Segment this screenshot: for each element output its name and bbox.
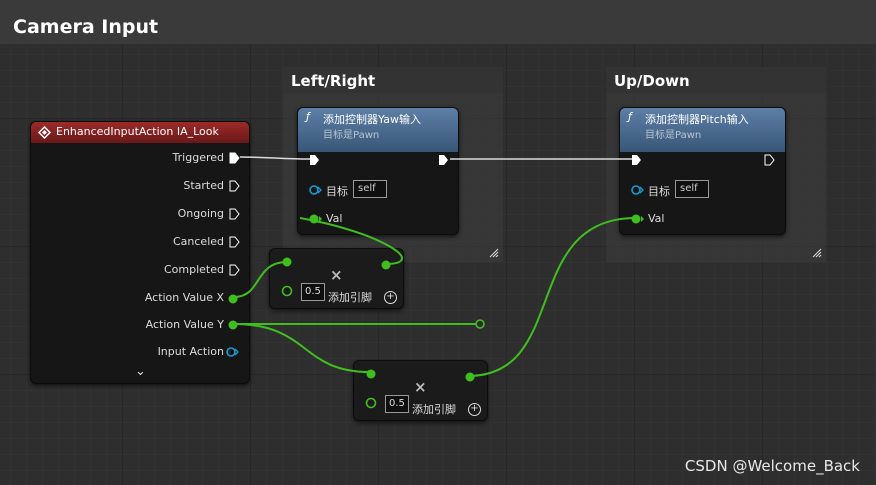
- watermark: CSDN @Welcome_Back: [684, 457, 860, 475]
- reroute-node-icon[interactable]: [475, 319, 485, 329]
- blueprint-graph-canvas[interactable]: Camera Input Left/Right Up/Down Enhanced…: [0, 0, 876, 485]
- wire-multiply-1-to-yaw-val[interactable]: [299, 217, 403, 265]
- wires-layer: [233, 156, 637, 377]
- wire-value-x-to-multiply-1[interactable]: [233, 261, 288, 298]
- wire-value-y-to-multiply-2[interactable]: [233, 323, 371, 373]
- wire-exec-triggered-to-yaw[interactable]: [239, 156, 311, 160]
- wire-multiply-2-to-pitch-val[interactable]: [467, 217, 637, 377]
